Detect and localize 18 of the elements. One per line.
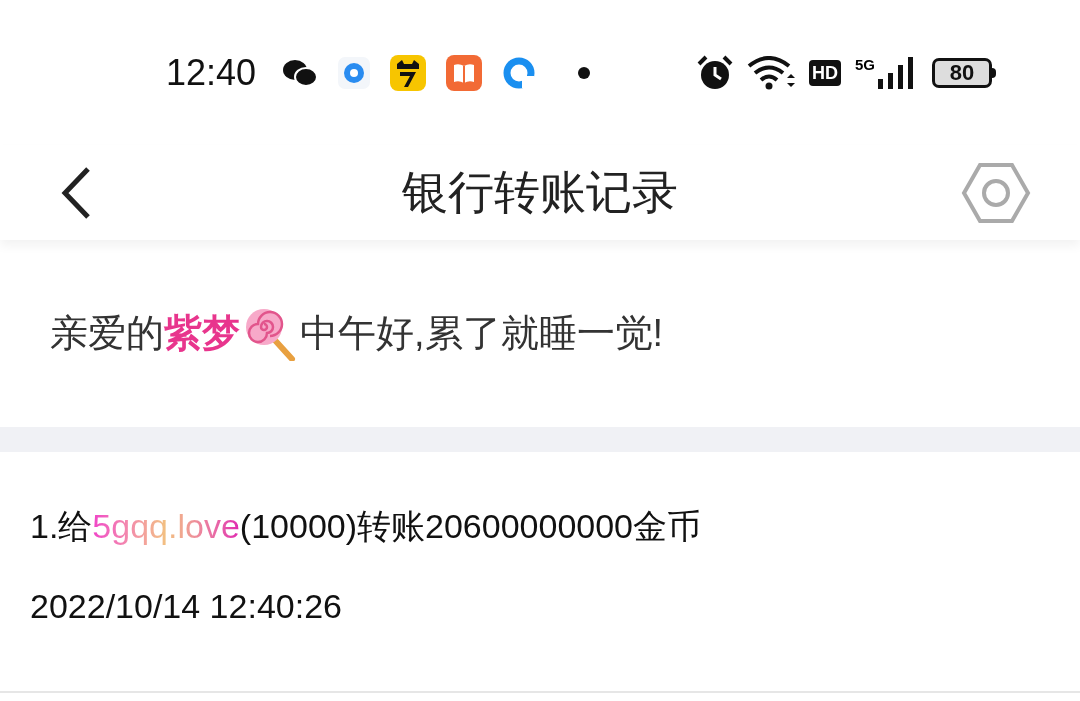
network-type: 5G bbox=[855, 56, 875, 72]
greeting-name: 亲爱的紫梦 bbox=[50, 311, 240, 356]
app-icon bbox=[338, 56, 371, 89]
dot-icon bbox=[578, 66, 591, 79]
transfer-time: 2022/10/14 12:40:26 bbox=[30, 586, 343, 627]
book-app-icon bbox=[446, 54, 483, 91]
cat-app-icon bbox=[390, 54, 427, 91]
chat-icon bbox=[282, 57, 319, 88]
battery-level: 80 bbox=[932, 57, 992, 88]
browser-app-icon bbox=[502, 55, 537, 90]
hd-badge: HD bbox=[809, 59, 841, 86]
wifi-icon bbox=[747, 55, 795, 90]
status-time: 12:40 bbox=[166, 50, 257, 95]
page-title: 银行转账记录 bbox=[402, 165, 678, 220]
transfer-description: 1.给5gqq.love(10000)转账20600000000金币 bbox=[30, 506, 703, 547]
greeting-message: 中午好,累了就睡一觉! bbox=[300, 311, 664, 356]
alarm-icon bbox=[697, 54, 733, 91]
lollipop-icon bbox=[244, 306, 296, 361]
